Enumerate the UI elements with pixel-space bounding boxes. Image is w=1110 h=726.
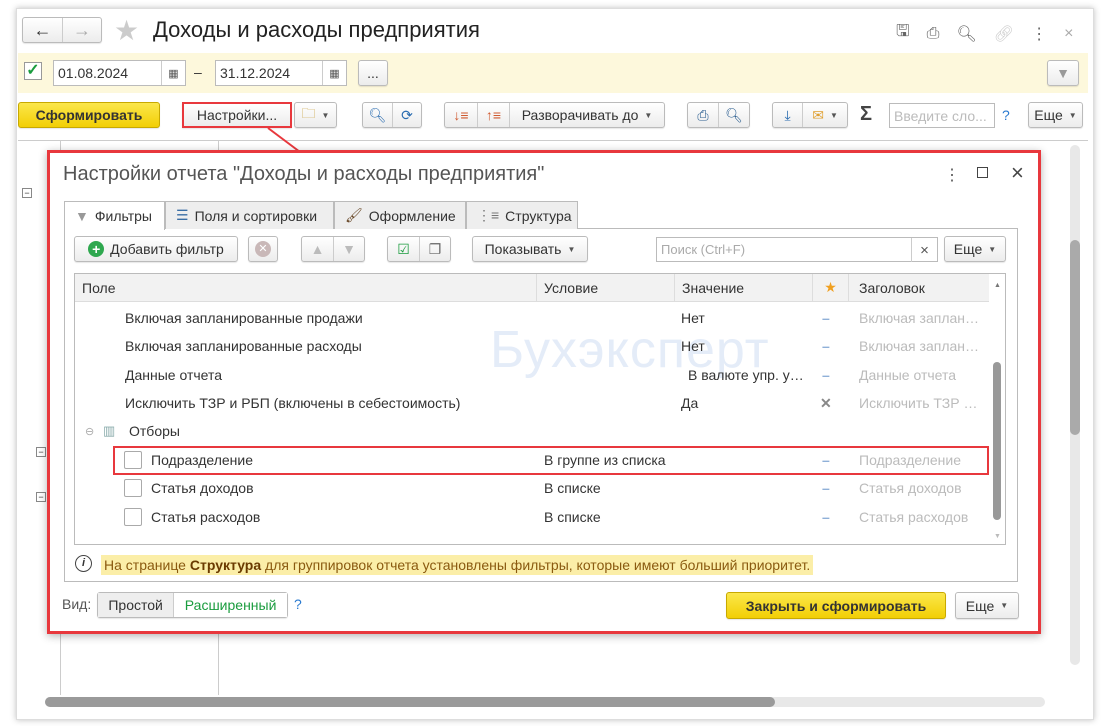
cell: – [822, 480, 830, 496]
cell: – [822, 509, 830, 525]
cell: Статья доходов [151, 480, 254, 496]
move-buttons: ▲ ▼ [301, 236, 365, 262]
table-row[interactable]: Статья доходов В списке – Статья доходов [75, 474, 989, 502]
table-header: Поле Условие Значение ★ Заголовок [75, 274, 989, 302]
delete-icon: ✕ [255, 241, 271, 257]
table-row[interactable]: Включая запланированные расходы Нет – Включ… [75, 332, 989, 360]
cell: Данные отчета [125, 367, 223, 383]
tab-label: Фильтры [94, 208, 152, 224]
dialog-more-icon[interactable]: ⋮ [944, 165, 960, 185]
cell: Подразделение [859, 452, 962, 468]
cell: В валюте упр. у… [688, 367, 804, 383]
cell: Статья доходов [859, 480, 962, 496]
column-title[interactable]: Заголовок [848, 274, 935, 302]
dialog-title: Настройки отчета "Доходы и расходы предп… [63, 163, 545, 185]
tab-label: Структура [505, 207, 572, 224]
cell: В списке [544, 509, 601, 525]
table-row[interactable]: Включая запланированные продажи Нет – Включ… [75, 304, 989, 332]
cell: – [822, 310, 830, 326]
check-buttons: ☑ ❐ [387, 236, 451, 262]
show-dropdown[interactable]: Показывать ▼ [472, 236, 588, 262]
cell: Нет [681, 310, 705, 326]
tab-label: Оформление [368, 207, 456, 224]
cell: Исключить ТЗР и РБП (включены в себестои… [125, 395, 461, 411]
cell: Статья расходов [151, 509, 261, 525]
search-placeholder: Поиск (Ctrl+F) [661, 242, 746, 257]
cell: ✕ [820, 395, 832, 411]
more-label: Еще [953, 241, 983, 257]
dialog-more-button[interactable]: Еще ▼ [944, 236, 1006, 262]
cell: Нет [681, 338, 705, 354]
dialog-bottom-more-button[interactable]: Еще ▼ [955, 592, 1019, 619]
tab-appearance[interactable]: 🖌︎ Оформление [334, 201, 466, 229]
dialog-close-icon[interactable]: × [1011, 160, 1024, 186]
cell: Включая заплан… [859, 338, 980, 354]
close-and-generate-button[interactable]: Закрыть и сформировать [726, 592, 946, 619]
column-field[interactable]: Поле [82, 280, 116, 296]
group-row[interactable]: ⊖ ▥ Отборы [75, 417, 989, 445]
table-scrollbar[interactable]: ▲ ▼ [990, 274, 1005, 544]
structure-icon: ⋮≡ [477, 207, 500, 223]
table-row[interactable]: Исключить ТЗР и РБП (включены в себестои… [75, 389, 989, 417]
add-filter-button[interactable]: + Добавить фильтр [74, 236, 238, 262]
group-label: Отборы [129, 423, 180, 439]
cell: – [822, 452, 830, 468]
star-icon[interactable]: ★ [812, 274, 848, 302]
cell: – [822, 367, 830, 383]
info-icon: i [75, 555, 92, 572]
tab-label: Поля и сортировки [194, 207, 318, 224]
tab-structure[interactable]: ⋮≡ Структура [466, 201, 578, 229]
tab-filters[interactable]: ▼ Фильтры [64, 201, 165, 230]
uncheck-all-icon[interactable]: ❐ [418, 237, 450, 261]
move-down-icon[interactable]: ▼ [332, 237, 364, 261]
more-label: Еще [965, 597, 995, 614]
column-condition[interactable]: Условие [536, 274, 605, 302]
delete-button[interactable]: ✕ [248, 236, 278, 262]
table-row[interactable]: Подразделение В группе из списка – Подразде… [75, 446, 989, 474]
cell: Данные отчета [859, 367, 957, 383]
row-checkbox[interactable] [124, 479, 142, 497]
check-all-icon[interactable]: ☑ [388, 237, 419, 261]
row-checkbox[interactable] [124, 508, 142, 526]
brush-icon: 🖌︎ [345, 207, 363, 223]
table-row[interactable]: Данные отчета В валюте упр. у… – Данные отч… [75, 361, 989, 389]
collapse-icon[interactable]: ⊖ [85, 425, 94, 438]
cell: Да [681, 395, 699, 411]
cell: В списке [544, 480, 601, 496]
tab-fields-sorting[interactable]: ☰ Поля и сортировки [165, 201, 334, 229]
column-value[interactable]: Значение [674, 274, 751, 302]
dialog-help-link[interactable]: ? [294, 596, 302, 612]
cell: Подразделение [151, 452, 254, 468]
plus-icon: + [88, 241, 105, 257]
view-label: Вид: [62, 596, 92, 612]
table-row[interactable]: Статья расходов В списке – Статья расходов [75, 503, 989, 531]
info-notice: На странице Структура для группировок от… [101, 555, 814, 575]
cell: Статья расходов [859, 509, 969, 525]
sort-icon: ☰ [176, 207, 189, 223]
filter-search-input[interactable]: Поиск (Ctrl+F) × [656, 237, 938, 262]
view-simple-button[interactable]: Простой [98, 593, 174, 617]
cell: Включая запланированные расходы [125, 338, 362, 354]
cell: Исключить ТЗР … [859, 395, 978, 411]
add-filter-label: Добавить фильтр [110, 241, 224, 257]
view-switch: Простой Расширенный [97, 592, 288, 618]
view-extended-button[interactable]: Расширенный [173, 593, 287, 617]
move-up-icon[interactable]: ▲ [302, 237, 333, 261]
maximize-icon[interactable] [977, 167, 988, 178]
show-label: Показывать [484, 241, 562, 257]
clear-icon[interactable]: × [911, 238, 937, 262]
group-icon: ▥ [103, 423, 116, 438]
cell: – [822, 338, 830, 354]
filter-icon: ▼ [75, 208, 89, 224]
cell: В группе из списка [544, 452, 666, 468]
cell: Включая заплан… [859, 310, 980, 326]
row-checkbox[interactable] [124, 451, 142, 469]
cell: Включая запланированные продажи [125, 310, 363, 326]
